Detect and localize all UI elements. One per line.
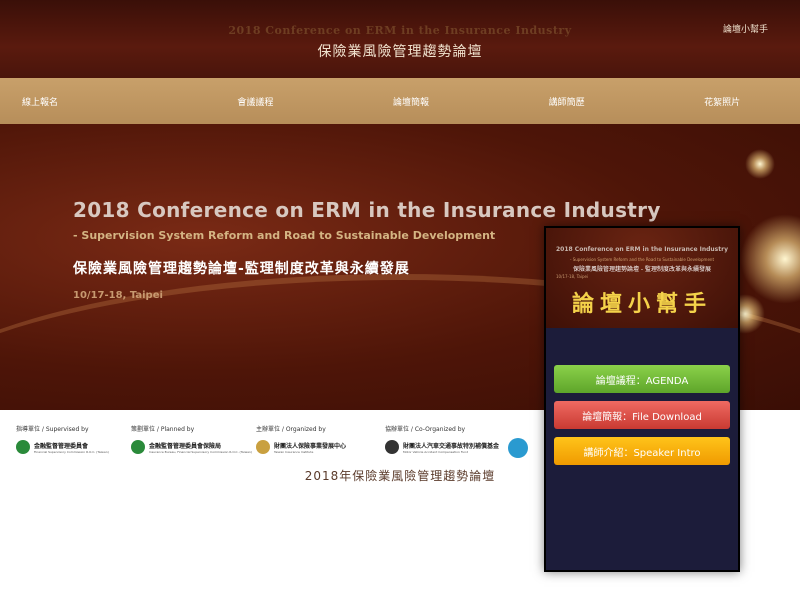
nav-item-registration[interactable]: 線上報名 (0, 78, 178, 124)
sponsor-label-planned: 策劃單位 / Planned by (131, 426, 195, 433)
forum-helper-link[interactable]: 論壇小幫手 (723, 22, 768, 35)
sponsor-name: 金融監督管理委員會保險局 (149, 442, 222, 450)
hero-subtitle: - Supervision System Reform and Road to … (73, 229, 496, 242)
sponsor-name: 財團法人汽車交通事故特別補償基金 (403, 442, 500, 450)
nav-item-speakers[interactable]: 講師簡歷 (489, 78, 645, 124)
fsc-logo-icon (16, 440, 30, 454)
sponsor-name-en: Taiwan Insurance Institute (274, 449, 314, 454)
sponsor-label-supervised: 指導單位 / Supervised by (16, 426, 89, 433)
header-title-en: 2018 Conference on ERM in the Insurance … (228, 24, 572, 37)
extra-sponsor-logo-icon (508, 438, 528, 458)
agenda-button[interactable]: 論壇議程：AGENDA (554, 365, 730, 393)
phone-helper-title: 論壇小幫手 (571, 292, 712, 317)
sponsor-logo-mvacf: 財團法人汽車交通事故特別補償基金 Motor Vehicle Accident … (385, 440, 499, 454)
hero-date: 10/17-18, Taipei (73, 290, 163, 301)
sponsor-name: 金融監督管理委員會 (34, 442, 89, 450)
phone-banner-subtitle: - Supervision System Reform and the Road… (569, 257, 715, 262)
sponsor-label-coorganized: 協辦單位 / Co-Organized by (385, 426, 466, 433)
mvacf-logo-icon (385, 440, 399, 454)
sponsor-logo-tii: 財團法人保險事業發展中心 Taiwan Insurance Institute (256, 440, 346, 454)
site-header: 2018 Conference on ERM in the Insurance … (0, 0, 800, 78)
nav-item-photos[interactable]: 花絮照片 (644, 78, 800, 124)
sponsor-name-en: Insurance Bureau, Financial Supervisory … (149, 449, 253, 454)
sponsor-logo-ib: 金融監督管理委員會保險局 Insurance Bureau, Financial… (131, 440, 252, 454)
sponsor-name: 財團法人保險事業發展中心 (274, 442, 347, 450)
sponsor-logo-fsc: 金融監督管理委員會 Financial Supervisory Commissi… (16, 440, 109, 454)
sponsor-name-en: Motor Vehicle Accident Compensation Fund (403, 449, 469, 454)
hero-title-zh: 保險業風險管理趨勢論壇-監理制度改革與永續發展 (73, 261, 410, 277)
nav-item-agenda[interactable]: 會議議程 (178, 78, 334, 124)
speaker-intro-button[interactable]: 講師介紹：Speaker Intro (554, 437, 730, 465)
hero-sparkle (740, 214, 800, 304)
sponsor-label-organized: 主辦單位 / Organized by (256, 426, 326, 433)
main-nav: 線上報名 會議議程 論壇簡報 講師簡歷 花絮照片 (0, 78, 800, 124)
ib-logo-icon (131, 440, 145, 454)
tii-logo-icon (256, 440, 270, 454)
phone-banner-title-zh: 保險業風險管理趨勢論壇 - 監理制度改革與永續發展 (573, 266, 711, 273)
hero-sparkle (745, 149, 775, 179)
phone-banner: 2018 Conference on ERM in the Insurance … (546, 228, 738, 328)
hero-title: 2018 Conference on ERM in the Insurance … (73, 198, 661, 222)
file-download-button[interactable]: 論壇簡報：File Download (554, 401, 730, 429)
phone-banner-date: 10/17-18, Taipei (556, 274, 589, 279)
sponsor-name-en: Financial Supervisory Commission R.O.C. … (34, 449, 109, 454)
phone-banner-title-en: 2018 Conference on ERM in the Insurance … (556, 246, 728, 253)
mobile-helper-panel: 2018 Conference on ERM in the Insurance … (544, 226, 740, 572)
nav-item-presentations[interactable]: 論壇簡報 (333, 78, 489, 124)
header-title-zh: 保險業風險管理趨勢論壇 (317, 44, 483, 60)
